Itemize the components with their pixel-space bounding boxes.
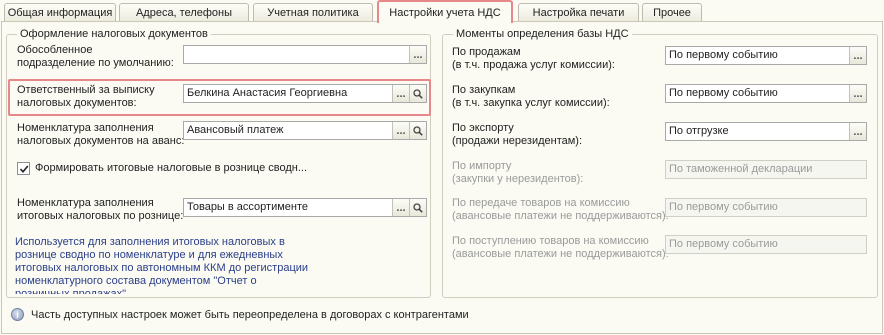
tab-other[interactable]: Прочее bbox=[642, 3, 702, 22]
commission-receipt-label: По поступлению товаров на комиссию (аван… bbox=[452, 235, 669, 260]
select-button[interactable]: ... bbox=[849, 123, 866, 140]
advance-nomenclature-value[interactable]: Авансовый платеж bbox=[184, 122, 392, 139]
footer-info-text: Часть доступных настроек может быть пере… bbox=[31, 309, 469, 321]
tab-addresses-phones[interactable]: Адреса, телефоны bbox=[119, 3, 249, 22]
tab-accounting-policy[interactable]: Учетная политика bbox=[253, 3, 373, 22]
tab-print-settings[interactable]: Настройка печати bbox=[518, 3, 639, 22]
export-label: По экспорту (продажи нерезидентам): bbox=[452, 122, 583, 147]
import-label: По импорту (закупки у нерезидентов): bbox=[452, 160, 584, 185]
purchases-value[interactable]: По первому событию bbox=[666, 85, 849, 102]
commission-transfer-select: По первому событию bbox=[665, 198, 867, 217]
advance-nomenclature-label: Номенклатура заполнения налоговых докуме… bbox=[17, 122, 185, 147]
retail-nomenclature-label: Номенклатура заполнения итоговых налогов… bbox=[17, 197, 184, 222]
commission-receipt-select: По первому событию bbox=[665, 235, 867, 254]
select-button[interactable]: ... bbox=[392, 199, 409, 216]
commission-transfer-value: По первому событию bbox=[669, 201, 778, 213]
tab-vat-settings[interactable]: Настройки учета НДС bbox=[377, 0, 513, 23]
responsible-value[interactable]: Белкина Анастасия Георгиевна bbox=[184, 85, 392, 102]
vat-base-moments-group-title: Моменты определения базы НДС bbox=[453, 28, 632, 40]
retail-summary-checkbox[interactable] bbox=[17, 162, 30, 175]
retail-nomenclature-value[interactable]: Товары в ассортименте bbox=[184, 199, 392, 216]
retail-summary-label[interactable]: Формировать итоговые налоговые в рознице… bbox=[35, 162, 307, 175]
select-button[interactable]: ... bbox=[392, 85, 409, 102]
tax-documents-group-title: Оформление налоговых документов bbox=[17, 28, 211, 40]
retail-note-container: Используется для заполнения итоговых нал… bbox=[15, 236, 425, 294]
purchases-label: По закупкам (в т.ч. закупка услуг комисс… bbox=[452, 84, 610, 109]
commission-receipt-value: По первому событию bbox=[669, 238, 778, 250]
purchases-select[interactable]: По первому событию ... bbox=[665, 84, 867, 103]
select-button[interactable]: ... bbox=[409, 46, 426, 63]
commission-transfer-label: По передаче товаров на комиссию (авансов… bbox=[452, 197, 669, 222]
search-icon[interactable] bbox=[409, 122, 426, 139]
sales-value[interactable]: По первому событию bbox=[666, 47, 849, 64]
select-button[interactable]: ... bbox=[849, 47, 866, 64]
sales-select[interactable]: По первому событию ... bbox=[665, 46, 867, 65]
separate-unit-label: Обособленное подразделение по умолчанию: bbox=[17, 44, 174, 69]
retail-nomenclature-field[interactable]: Товары в ассортименте ... bbox=[183, 198, 427, 217]
info-icon: i bbox=[11, 308, 24, 321]
select-button[interactable]: ... bbox=[392, 122, 409, 139]
retail-note: Используется для заполнения итоговых нал… bbox=[15, 236, 309, 294]
responsible-label: Ответственный за выписку налоговых докум… bbox=[17, 84, 155, 109]
export-select[interactable]: По отгрузке ... bbox=[665, 122, 867, 141]
import-select: По таможенной декларации bbox=[665, 160, 867, 179]
responsible-field[interactable]: Белкина Анастасия Георгиевна ... bbox=[183, 84, 427, 103]
search-icon[interactable] bbox=[409, 85, 426, 102]
sales-label: По продажам (в т.ч. продажа услуг комисс… bbox=[452, 46, 615, 71]
tab-bar: Общая информация Адреса, телефоны Учетна… bbox=[0, 0, 884, 23]
tab-general-info[interactable]: Общая информация bbox=[4, 3, 116, 22]
search-icon[interactable] bbox=[409, 199, 426, 216]
export-value[interactable]: По отгрузке bbox=[666, 123, 849, 140]
separate-unit-value[interactable] bbox=[184, 46, 409, 63]
checkmark-icon bbox=[19, 164, 28, 173]
select-button[interactable]: ... bbox=[849, 85, 866, 102]
advance-nomenclature-field[interactable]: Авансовый платеж ... bbox=[183, 121, 427, 140]
separate-unit-field[interactable]: ... bbox=[183, 45, 427, 64]
import-value: По таможенной декларации bbox=[669, 163, 813, 175]
